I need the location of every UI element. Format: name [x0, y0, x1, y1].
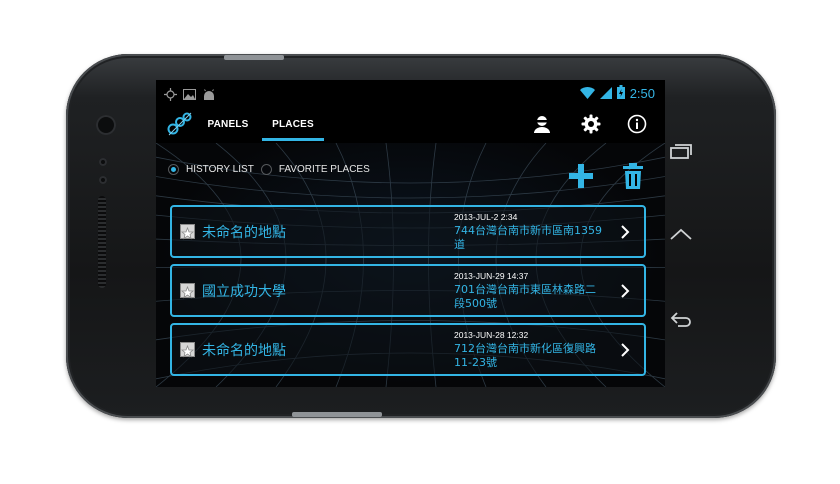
action-bar: PANELS PLACES [156, 105, 665, 143]
place-date: 2013-JUL-2 2:34 [454, 212, 518, 222]
gps-icon [164, 86, 177, 105]
trash-icon[interactable] [622, 163, 644, 193]
info-icon[interactable] [627, 114, 647, 138]
place-date: 2013-JUN-28 12:32 [454, 330, 529, 340]
android-icon [202, 86, 216, 105]
star-icon[interactable] [180, 224, 195, 240]
back-icon[interactable] [669, 311, 693, 333]
signal-icon [599, 84, 612, 103]
speaker-grille [98, 196, 106, 288]
tab-places[interactable]: PLACES [262, 105, 324, 143]
app-logo-icon[interactable] [166, 111, 194, 141]
image-icon [183, 86, 196, 105]
battery-charging-icon [616, 84, 625, 103]
place-date: 2013-JUN-29 14:37 [454, 271, 529, 281]
star-icon[interactable] [180, 342, 195, 358]
history-radio-label[interactable]: HISTORY LIST [186, 164, 254, 175]
favorite-radio[interactable] [260, 164, 272, 175]
power-button [224, 55, 284, 60]
place-card[interactable]: 未命名的地點 2013-JUN-28 12:32 712台灣台南市新化區復興路1… [170, 323, 646, 376]
gear-icon[interactable] [581, 114, 601, 138]
device-screen: 2:50 PANELS PLACES HISTORY LIST FAVORITE… [156, 80, 665, 387]
place-name: 國立成功大學 [202, 284, 286, 300]
places-content: HISTORY LIST FAVORITE PLACES 未命名的地點 2013… [156, 143, 665, 387]
front-camera [96, 115, 116, 135]
status-clock: 2:50 [629, 86, 655, 101]
chevron-right-icon[interactable] [620, 283, 630, 302]
place-address: 701台灣台南市東區林森路二段500號 [454, 283, 596, 310]
place-card[interactable]: 未命名的地點 2013-JUL-2 2:34 744台灣台南市新市區南1359道 [170, 205, 646, 258]
chevron-right-icon[interactable] [620, 342, 630, 361]
volume-button [292, 412, 382, 417]
place-name: 未命名的地點 [202, 343, 286, 359]
user-icon[interactable] [532, 114, 552, 138]
place-card[interactable]: 國立成功大學 2013-JUN-29 14:37 701台灣台南市東區林森路二段… [170, 264, 646, 317]
star-icon[interactable] [180, 283, 195, 299]
wifi-icon [579, 84, 595, 103]
list-filter: HISTORY LIST FAVORITE PLACES [168, 164, 377, 175]
status-bar: 2:50 [156, 80, 665, 105]
history-radio[interactable] [168, 164, 179, 175]
plus-icon[interactable] [568, 163, 594, 193]
place-address: 712台灣台南市新化區復興路11-23號 [454, 342, 596, 369]
tab-panels[interactable]: PANELS [200, 105, 256, 143]
place-name: 未命名的地點 [202, 225, 286, 241]
home-icon[interactable] [669, 226, 693, 246]
place-address: 744台灣台南市新市區南1359道 [454, 224, 602, 251]
favorite-radio-label[interactable]: FAVORITE PLACES [279, 164, 370, 175]
chevron-right-icon[interactable] [620, 224, 630, 243]
sensor [99, 158, 107, 166]
recent-apps-icon[interactable] [669, 142, 693, 164]
sensor [99, 176, 107, 184]
